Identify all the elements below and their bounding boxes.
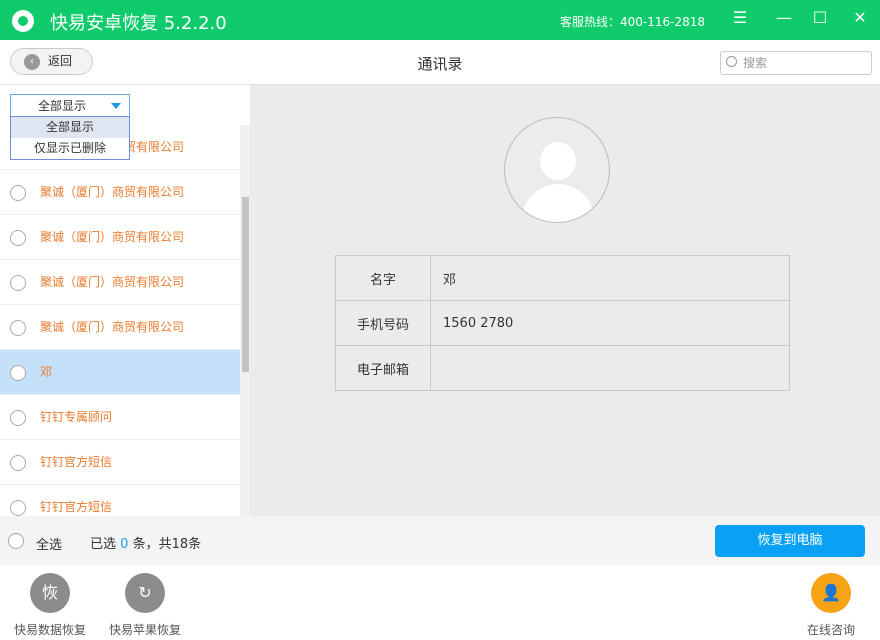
radio[interactable] (10, 365, 26, 381)
contact-name: 聚诚（厦门）商贸有限公司 (40, 275, 184, 289)
radio[interactable] (10, 320, 26, 336)
contact-name: 聚诚（厦门）商贸有限公司 (40, 320, 184, 334)
consult-label: 在线咨询 (807, 623, 855, 637)
radio[interactable] (10, 275, 26, 291)
field-label: 电子邮箱 (336, 346, 431, 391)
scrollbar[interactable] (240, 125, 250, 516)
search-icon (726, 56, 737, 67)
selection-count: 已选 0 条，共18条 (90, 533, 201, 552)
apple-icon: ↻ (125, 573, 165, 613)
select-all-label[interactable]: 全选 (36, 534, 62, 553)
radio[interactable] (10, 230, 26, 246)
select-all-radio[interactable] (8, 533, 24, 549)
consult-icon: 👤 (811, 573, 851, 613)
contact-name: 钉钉专属顾问 (40, 410, 112, 424)
contact-detail-panel: 名字邓 手机号码1560 2780 电子邮箱 (250, 85, 880, 516)
count-number: 0 (120, 537, 128, 552)
tool-label: 快易数据恢复 (14, 623, 86, 637)
title-bar: 快易安卓恢复 5.2.2.0 客服热线：400-116-2818 ☰ — ☐ ✕ (0, 0, 880, 40)
list-item[interactable]: 聚诚（厦门）商贸有限公司 (0, 170, 240, 215)
search-input[interactable]: 搜索 (720, 51, 872, 75)
contact-name: 聚诚（厦门）商贸有限公司 (40, 185, 184, 199)
app-logo-icon (12, 10, 34, 32)
app-title: 快易安卓恢复 5.2.2.0 (50, 9, 227, 35)
contact-name: 钉钉官方短信 (40, 455, 112, 469)
field-value: 1560 2780 (431, 301, 790, 346)
online-consult[interactable]: 👤 在线咨询 (807, 573, 855, 638)
contact-list: 聚诚（厦门）商贸有限公司 聚诚（厦门）商贸有限公司 聚诚（厦门）商贸有限公司 聚… (0, 125, 240, 516)
contact-list-panel: 全部显示 全部显示 仅显示已删除 聚诚（厦门）商贸有限公司 聚诚（厦门）商贸有限… (0, 85, 250, 516)
contact-name: 钉钉官方短信 (40, 500, 112, 514)
count-prefix: 已选 (90, 537, 116, 552)
apple-recovery-tool[interactable]: ↻ 快易苹果恢复 (109, 573, 181, 638)
chevron-down-icon (111, 103, 121, 109)
search-placeholder: 搜索 (743, 56, 767, 70)
filter-selected: 全部显示 (38, 99, 86, 113)
filter-select[interactable]: 全部显示 (10, 94, 130, 118)
maximize-icon[interactable]: ☐ (809, 8, 831, 27)
filter-option-deleted[interactable]: 仅显示已删除 (11, 138, 129, 159)
avatar (504, 117, 610, 223)
list-item[interactable]: 钉钉官方短信 (0, 440, 240, 485)
filter-option-all[interactable]: 全部显示 (11, 117, 129, 138)
radio[interactable] (10, 185, 26, 201)
list-item[interactable]: 聚诚（厦门）商贸有限公司 (0, 305, 240, 350)
field-value: 邓 (431, 256, 790, 301)
hotline: 客服热线：400-116-2818 (560, 13, 705, 30)
radio[interactable] (10, 410, 26, 426)
list-item[interactable]: 钉钉官方短信 (0, 485, 240, 516)
list-item[interactable]: 钉钉专属顾问 (0, 395, 240, 440)
data-recovery-tool[interactable]: 恢快易数据恢复 (14, 573, 86, 638)
radio[interactable] (10, 500, 26, 516)
scrollbar-thumb[interactable] (242, 197, 249, 372)
minimize-icon[interactable]: — (773, 8, 795, 27)
list-item[interactable]: 聚诚（厦门）商贸有限公司 (0, 215, 240, 260)
list-item-selected[interactable]: 邓 (0, 350, 240, 395)
close-icon[interactable]: ✕ (849, 8, 871, 27)
menu-icon[interactable]: ☰ (729, 8, 751, 27)
tool-label: 快易苹果恢复 (109, 623, 181, 637)
filter-dropdown: 全部显示 仅显示已删除 (10, 116, 130, 160)
restore-to-pc-button[interactable]: 恢复到电脑 (715, 525, 865, 557)
footer: 恢快易数据恢复 ↻ 快易苹果恢复 👤 在线咨询 (0, 565, 880, 640)
field-label: 手机号码 (336, 301, 431, 346)
toolbar: ‹返回 通讯录 搜索 (0, 40, 880, 85)
contact-name: 聚诚（厦门）商贸有限公司 (40, 230, 184, 244)
count-suffix: 条，共18条 (133, 537, 202, 552)
field-label: 名字 (336, 256, 431, 301)
recover-icon: 恢 (30, 573, 70, 613)
contact-detail-table: 名字邓 手机号码1560 2780 电子邮箱 (335, 255, 790, 391)
contact-name: 邓 (40, 365, 52, 379)
radio[interactable] (10, 455, 26, 471)
bottom-bar: 全选 已选 0 条，共18条 恢复到电脑 (0, 516, 880, 565)
field-value (431, 346, 790, 391)
list-item[interactable]: 聚诚（厦门）商贸有限公司 (0, 260, 240, 305)
